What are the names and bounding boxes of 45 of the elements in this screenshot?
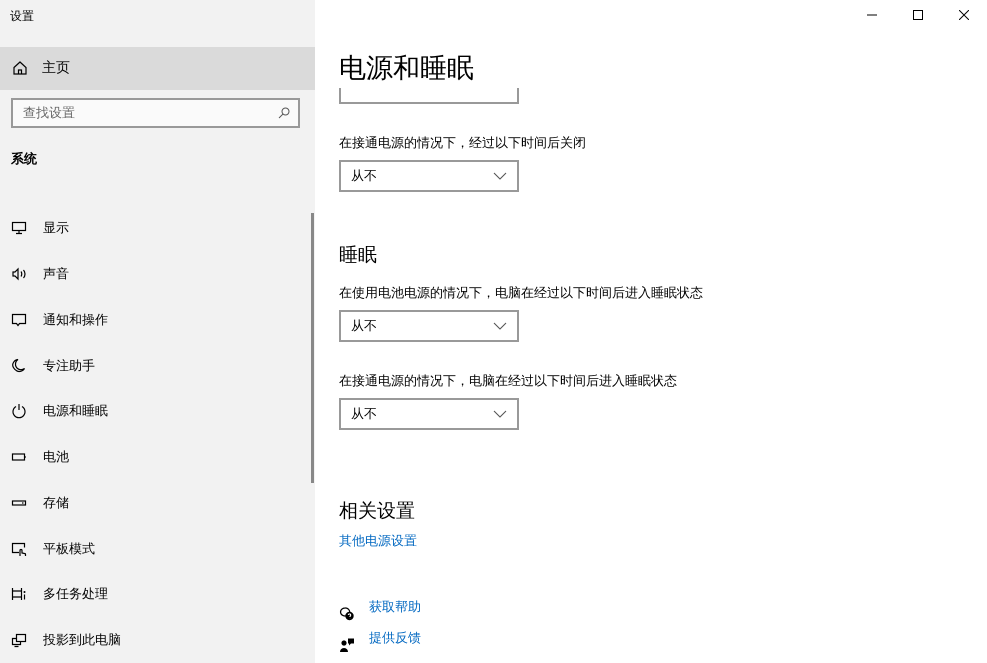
- chevron-down-icon: [493, 172, 507, 180]
- sidebar-item[interactable]: 投影到此电脑: [0, 617, 305, 663]
- sidebar-item[interactable]: 平板模式: [0, 526, 305, 572]
- home-nav-item[interactable]: 主页: [0, 46, 315, 90]
- home-icon: [12, 60, 28, 76]
- section-heading: 相关设置: [339, 499, 416, 524]
- sidebar-item[interactable]: 存储: [0, 480, 305, 526]
- person-feedback-icon: [339, 636, 355, 652]
- sidebar-item[interactable]: 电源和睡眠: [0, 388, 305, 434]
- multitask-icon: [11, 586, 27, 602]
- help-link[interactable]: 提供反馈: [369, 629, 421, 647]
- maximize-icon: [913, 10, 923, 20]
- dropdown[interactable]: 从不: [339, 160, 519, 192]
- speaker-icon: [11, 266, 27, 282]
- section-heading: 睡眠: [339, 243, 378, 268]
- sidebar-item[interactable]: 电池: [0, 434, 305, 480]
- monitor-icon: [11, 220, 27, 236]
- sidebar-item[interactable]: 多任务处理: [0, 571, 305, 618]
- power-icon: [11, 403, 27, 420]
- sidebar-item[interactable]: 通知和操作: [0, 297, 305, 343]
- sidebar-item[interactable]: 显示: [0, 206, 305, 252]
- search-icon: [278, 107, 290, 120]
- close-icon: [959, 10, 969, 20]
- help-link[interactable]: 获取帮助: [369, 598, 421, 616]
- help-bubble-icon: [339, 606, 355, 622]
- setting-label: 在接通电源的情况下，经过以下时间后关闭: [339, 135, 587, 152]
- setting-label: 在接通电源的情况下，电脑在经过以下时间后进入睡眠状态: [339, 373, 678, 390]
- chevron-down-icon: [493, 410, 507, 418]
- window-title: 设置: [9, 8, 35, 25]
- sidebar-item[interactable]: 声音: [0, 251, 305, 298]
- tablet-hand-icon: [11, 540, 27, 557]
- projector-screen-icon: [11, 632, 27, 648]
- section-heading: 系统: [11, 152, 37, 168]
- scrollbar[interactable]: [311, 213, 314, 483]
- dropdown[interactable]: 从不: [339, 398, 519, 430]
- speech-bubble-icon: [11, 312, 27, 328]
- moon-icon: [11, 358, 27, 374]
- dropdown[interactable]: [339, 88, 519, 104]
- setting-label: 在使用电池电源的情况下，电脑在经过以下时间后进入睡眠状态: [339, 285, 704, 302]
- dropdown[interactable]: 从不: [339, 310, 519, 342]
- power-settings-link[interactable]: 其他电源设置: [339, 532, 417, 550]
- search-field[interactable]: 查找设置: [11, 98, 300, 128]
- page-title: 电源和睡眠: [339, 52, 475, 86]
- chevron-down-icon: [493, 322, 507, 330]
- sidebar-item[interactable]: 专注助手: [0, 342, 305, 389]
